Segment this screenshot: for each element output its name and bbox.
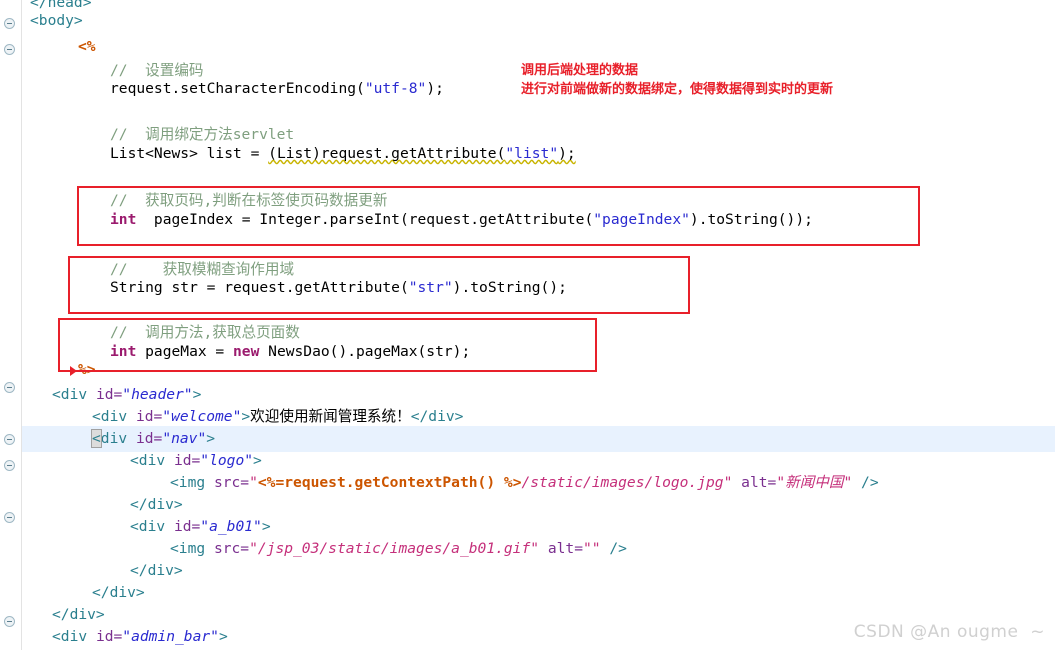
csdn-watermark: CSDN @An ougme ~ <box>853 622 1045 642</box>
token-decl: List<News> list = <box>110 145 269 162</box>
token-tag-close: > <box>253 452 262 469</box>
token-string: "str" <box>408 279 453 296</box>
code-line-list-news[interactable]: List<News> list = (List)request.getAttri… <box>110 141 576 167</box>
code-line-pageindex[interactable]: int pageIndex = Integer.parseInt(request… <box>110 207 813 233</box>
token-expr: pageMax = <box>136 343 234 360</box>
token-attr-value: "a_b01" <box>200 518 262 535</box>
fold-collapse-icon[interactable] <box>4 460 15 471</box>
fold-collapse-icon[interactable] <box>4 382 15 393</box>
fold-collapse-icon[interactable] <box>4 616 15 627</box>
token-selfclose: /> <box>600 540 627 557</box>
token-quote: " <box>249 474 258 491</box>
token-tag-close: </div> <box>130 562 183 579</box>
code-line-scriptlet-close[interactable]: %> <box>78 357 96 383</box>
token-call: request.setCharacterEncoding( <box>110 80 365 97</box>
token-alt-value: "" <box>582 540 601 557</box>
token-tag: <div <box>130 452 174 469</box>
token-tag: <img <box>170 540 214 557</box>
token-tag-close: </div> <box>410 408 464 425</box>
fold-collapse-icon[interactable] <box>4 434 15 445</box>
token-tag-close: </div> <box>92 584 145 601</box>
token-attr: src= <box>213 474 250 491</box>
token-attr: id= <box>173 518 201 535</box>
fold-collapse-icon[interactable] <box>4 44 15 55</box>
code-editor-viewport[interactable]: </head> <body> <% // 设置编码 request.setCha… <box>0 0 1055 650</box>
token-call-end: ); <box>426 80 444 97</box>
token-jsp-expression: <%=request.getContextPath() %> <box>257 474 522 491</box>
token-attr: alt= <box>539 540 583 557</box>
token-tag: <div <box>52 628 96 645</box>
token-attr: src= <box>213 540 250 557</box>
token-call-end: ).toString()); <box>689 211 813 228</box>
token-scriptlet: <% <box>78 38 96 55</box>
token-expr: pageIndex = Integer.parseInt(request.get… <box>136 211 594 228</box>
token-attr-value: "admin_bar" <box>122 628 219 645</box>
token-call-end: ); <box>558 145 576 162</box>
token-attr-value: "nav" <box>162 430 207 447</box>
code-line-img-logo[interactable]: <img src="<%=request.getContextPath() %>… <box>170 470 879 496</box>
token-alt-value: "新闻中国" <box>776 474 853 491</box>
code-line-div-admin-bar[interactable]: <div id="admin_bar"> <box>52 624 228 650</box>
token-string: "pageIndex" <box>593 211 690 228</box>
code-line-scriptlet-open[interactable]: <% <box>78 34 96 60</box>
bracket-match-highlight: < <box>91 429 102 448</box>
token-selfclose: /> <box>852 474 879 491</box>
code-line-str[interactable]: String str = request.getAttribute("str")… <box>110 275 567 301</box>
token-attr-value: "logo" <box>200 452 254 469</box>
token-attr: id= <box>135 408 163 425</box>
annotation-note-line-1: 调用后端处理的数据 <box>521 63 639 78</box>
token-scriptlet: %> <box>78 361 96 378</box>
token-attr: id= <box>95 386 123 403</box>
token-attr-value: "welcome" <box>162 408 242 425</box>
token-tag: <div <box>52 386 96 403</box>
token-call-end: NewsDao().pageMax(str); <box>259 343 471 360</box>
fold-collapse-icon[interactable] <box>4 18 15 29</box>
token-tag-close: </div> <box>130 496 183 513</box>
code-line-img-ab01[interactable]: <img src="/jsp_03/static/images/a_b01.gi… <box>170 536 627 562</box>
token-keyword-new: new <box>233 343 260 360</box>
token-tag-close: > <box>241 408 251 425</box>
token-attr: id= <box>173 452 201 469</box>
token-tag: div <box>100 430 136 447</box>
token-string: "utf-8" <box>364 80 427 97</box>
fold-collapse-icon[interactable] <box>4 512 15 523</box>
token-call-end: ).toString(); <box>452 279 567 296</box>
code-line-set-encoding[interactable]: request.setCharacterEncoding("utf-8"); <box>110 76 444 102</box>
token-tag-close: </div> <box>52 606 105 623</box>
token-attr: id= <box>95 628 123 645</box>
token-tag-close: > <box>192 386 202 403</box>
annotation-note-line-2: 进行对前端做新的数据绑定，使得数据得到实时的更新 <box>521 82 834 97</box>
token-tag-close: > <box>218 628 228 645</box>
code-line-pagemax[interactable]: int pageMax = new NewsDao().pageMax(str)… <box>110 339 470 365</box>
token-tag: <img <box>170 474 214 491</box>
token-attr: id= <box>135 430 163 447</box>
pagemax-box-arrow-icon <box>70 366 77 376</box>
token-tag: <body> <box>30 12 83 29</box>
token-keyword-int: int <box>110 211 137 228</box>
welcome-text: 欢迎使用新闻管理系统！ <box>250 408 411 425</box>
token-decl: String str = request.getAttribute( <box>110 279 409 296</box>
token-attr: alt= <box>732 474 777 491</box>
token-tag: <div <box>130 518 174 535</box>
token-keyword-int: int <box>110 343 137 360</box>
token-cast: (List)request.getAttribute( <box>268 145 506 162</box>
token-tag-close: > <box>261 518 271 535</box>
token-attr-value: "header" <box>122 386 193 403</box>
token-tag-close: > <box>206 430 216 447</box>
code-line-body-open[interactable]: <body> <box>30 8 83 34</box>
token-tag: <div <box>92 408 136 425</box>
token-src-value: "/jsp_03/static/images/a_b01.gif" <box>249 540 540 557</box>
editor-gutter <box>0 0 22 650</box>
token-path: /static/images/logo.jpg <box>521 474 724 491</box>
token-string: "list" <box>505 145 559 162</box>
